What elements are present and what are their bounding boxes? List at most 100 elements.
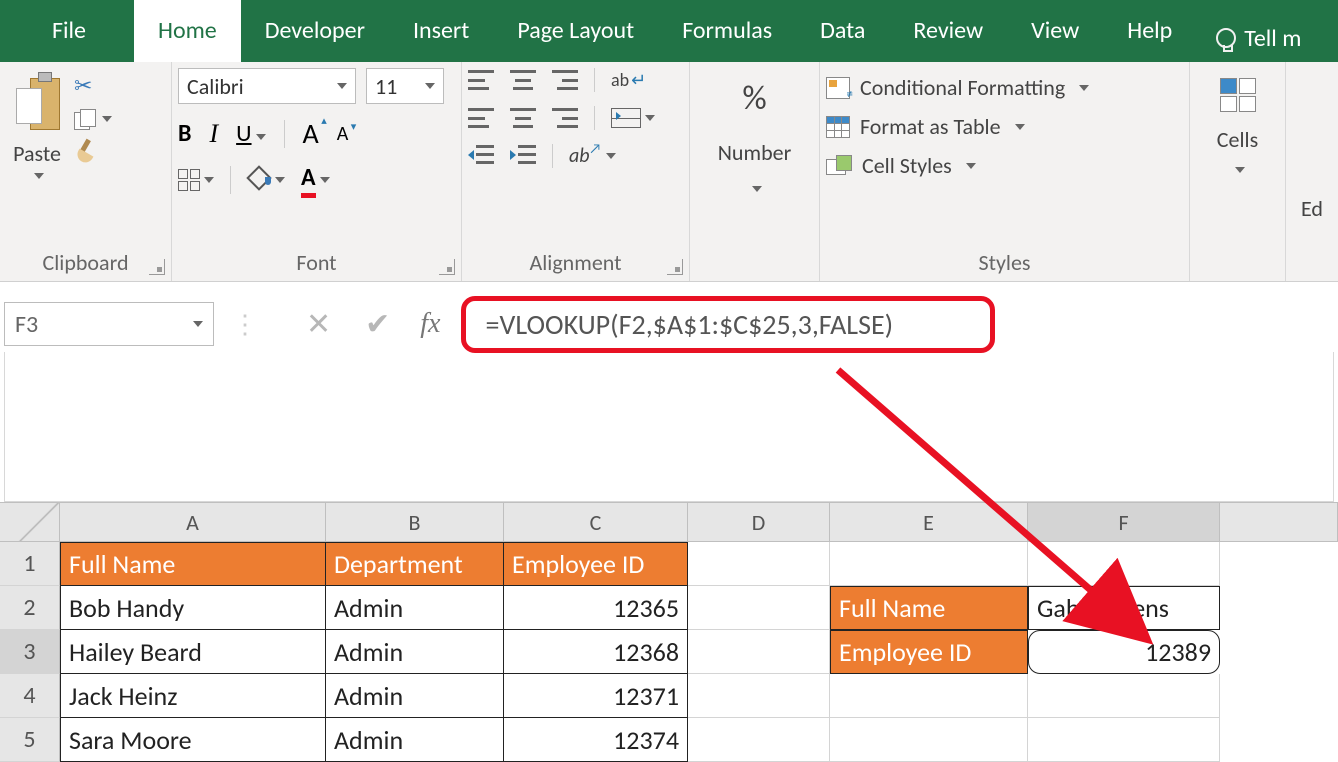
clipboard-dialog-launcher[interactable] bbox=[149, 259, 165, 275]
conditional-formatting-button[interactable]: Conditional Formatting bbox=[826, 74, 1089, 101]
cell-C1[interactable]: Employee ID bbox=[504, 542, 688, 586]
cell-E1[interactable] bbox=[830, 542, 1028, 586]
cell-F2[interactable]: Gabe Givens bbox=[1028, 586, 1220, 630]
align-bottom-button[interactable] bbox=[552, 70, 578, 90]
font-name-value: Calibri bbox=[187, 73, 244, 100]
align-left-button[interactable] bbox=[468, 108, 494, 128]
format-as-table-button[interactable]: Format as Table bbox=[826, 113, 1089, 140]
cell-D4[interactable] bbox=[688, 674, 830, 718]
shrink-font-button[interactable]: A▾ bbox=[337, 122, 349, 146]
format-painter-button[interactable] bbox=[74, 139, 98, 163]
align-right-button[interactable] bbox=[552, 108, 578, 128]
grow-font-button[interactable]: A▴ bbox=[303, 116, 319, 151]
cell-D3[interactable] bbox=[688, 630, 830, 674]
cell-D5[interactable] bbox=[688, 718, 830, 762]
font-color-button[interactable]: A bbox=[301, 163, 330, 196]
tab-insert[interactable]: Insert bbox=[389, 0, 493, 62]
cell-B1[interactable]: Department bbox=[326, 542, 504, 586]
row-header-3[interactable]: 3 bbox=[0, 630, 60, 674]
cell-styles-button[interactable]: Cell Styles bbox=[826, 152, 1089, 179]
col-header-G[interactable] bbox=[1220, 503, 1338, 541]
orientation-button[interactable]: ab bbox=[569, 144, 616, 168]
cell-F4[interactable] bbox=[1028, 674, 1220, 718]
wrap-text-button[interactable]: ab↵ bbox=[611, 69, 646, 91]
align-center-button[interactable] bbox=[510, 108, 536, 128]
cell-E4[interactable] bbox=[830, 674, 1028, 718]
tab-help[interactable]: Help bbox=[1103, 0, 1196, 62]
name-box[interactable]: F3 bbox=[4, 302, 214, 346]
borders-button[interactable] bbox=[178, 169, 214, 191]
alignment-dialog-launcher[interactable] bbox=[667, 259, 683, 275]
tab-developer[interactable]: Developer bbox=[241, 0, 389, 62]
fill-color-button[interactable] bbox=[247, 169, 285, 191]
conditional-formatting-icon bbox=[826, 77, 850, 99]
select-all-corner[interactable] bbox=[0, 503, 60, 541]
cell-D2[interactable] bbox=[688, 586, 830, 630]
cell-D1[interactable] bbox=[688, 542, 830, 586]
col-header-D[interactable]: D bbox=[688, 503, 830, 541]
cell-C4[interactable]: 12371 bbox=[504, 674, 688, 718]
col-header-B[interactable]: B bbox=[326, 503, 504, 541]
cells-button-label[interactable]: Cells bbox=[1217, 126, 1258, 153]
chevron-down-icon[interactable] bbox=[1235, 167, 1245, 173]
merge-icon bbox=[611, 108, 641, 128]
col-header-A[interactable]: A bbox=[60, 503, 326, 541]
tab-page-layout[interactable]: Page Layout bbox=[493, 0, 658, 62]
row-header-1[interactable]: 1 bbox=[0, 542, 60, 586]
cell-B2[interactable]: Admin bbox=[326, 586, 504, 630]
italic-button[interactable]: I bbox=[209, 119, 218, 149]
cell-B3[interactable]: Admin bbox=[326, 630, 504, 674]
underline-button[interactable]: U bbox=[236, 119, 265, 148]
cell-A4[interactable]: Jack Heinz bbox=[60, 674, 326, 718]
col-header-F[interactable]: F bbox=[1028, 503, 1220, 541]
chevron-down-icon[interactable] bbox=[752, 186, 762, 192]
align-middle-button[interactable] bbox=[510, 70, 536, 90]
enter-formula-button[interactable]: ✔ bbox=[365, 306, 390, 343]
cell-A1[interactable]: Full Name bbox=[60, 542, 326, 586]
row-header-2[interactable]: 2 bbox=[0, 586, 60, 630]
font-dialog-launcher[interactable] bbox=[439, 259, 455, 275]
cell-F3[interactable]: 12389 bbox=[1028, 630, 1220, 674]
cell-A3[interactable]: Hailey Beard bbox=[60, 630, 326, 674]
decrease-indent-button[interactable] bbox=[468, 145, 494, 167]
font-name-combo[interactable]: Calibri bbox=[178, 68, 356, 104]
formula-bar-expanded[interactable] bbox=[4, 352, 1334, 502]
increase-indent-button[interactable] bbox=[510, 145, 536, 167]
bold-button[interactable]: B bbox=[178, 119, 191, 148]
row-header-4[interactable]: 4 bbox=[0, 674, 60, 718]
chevron-down-icon bbox=[966, 163, 976, 169]
font-size-combo[interactable]: 11 bbox=[366, 68, 444, 104]
cell-F1[interactable] bbox=[1028, 542, 1220, 586]
paste-button[interactable]: Paste bbox=[6, 68, 68, 181]
merge-button[interactable] bbox=[611, 108, 655, 128]
tab-review[interactable]: Review bbox=[889, 0, 1007, 62]
cancel-formula-button[interactable]: ✕ bbox=[306, 306, 331, 343]
tab-file[interactable]: File bbox=[28, 0, 134, 62]
col-header-E[interactable]: E bbox=[830, 503, 1028, 541]
group-font-label: Font bbox=[178, 245, 455, 278]
cell-B4[interactable]: Admin bbox=[326, 674, 504, 718]
cell-A2[interactable]: Bob Handy bbox=[60, 586, 326, 630]
cell-E3[interactable]: Employee ID bbox=[830, 630, 1028, 674]
cell-E2[interactable]: Full Name bbox=[830, 586, 1028, 630]
cell-F5[interactable] bbox=[1028, 718, 1220, 762]
cut-button[interactable]: ✂ bbox=[74, 72, 98, 99]
cell-C3[interactable]: 12368 bbox=[504, 630, 688, 674]
formula-input[interactable]: =VLOOKUP(F2,$A$1:$C$25,3,FALSE) bbox=[461, 296, 995, 353]
cell-C2[interactable]: 12365 bbox=[504, 586, 688, 630]
row-header-5[interactable]: 5 bbox=[0, 718, 60, 762]
tell-me-search[interactable]: Tell m bbox=[1196, 0, 1311, 62]
tab-data[interactable]: Data bbox=[796, 0, 889, 62]
copy-button[interactable] bbox=[74, 109, 112, 129]
tab-view[interactable]: View bbox=[1007, 0, 1103, 62]
cell-E5[interactable] bbox=[830, 718, 1028, 762]
cell-C5[interactable]: 12374 bbox=[504, 718, 688, 762]
percent-button[interactable]: % bbox=[742, 78, 766, 119]
fx-icon[interactable]: fx bbox=[420, 308, 440, 340]
tab-home[interactable]: Home bbox=[134, 0, 241, 62]
cell-A5[interactable]: Sara Moore bbox=[60, 718, 326, 762]
align-top-button[interactable] bbox=[468, 70, 494, 90]
cell-B5[interactable]: Admin bbox=[326, 718, 504, 762]
col-header-C[interactable]: C bbox=[504, 503, 688, 541]
tab-formulas[interactable]: Formulas bbox=[658, 0, 796, 62]
